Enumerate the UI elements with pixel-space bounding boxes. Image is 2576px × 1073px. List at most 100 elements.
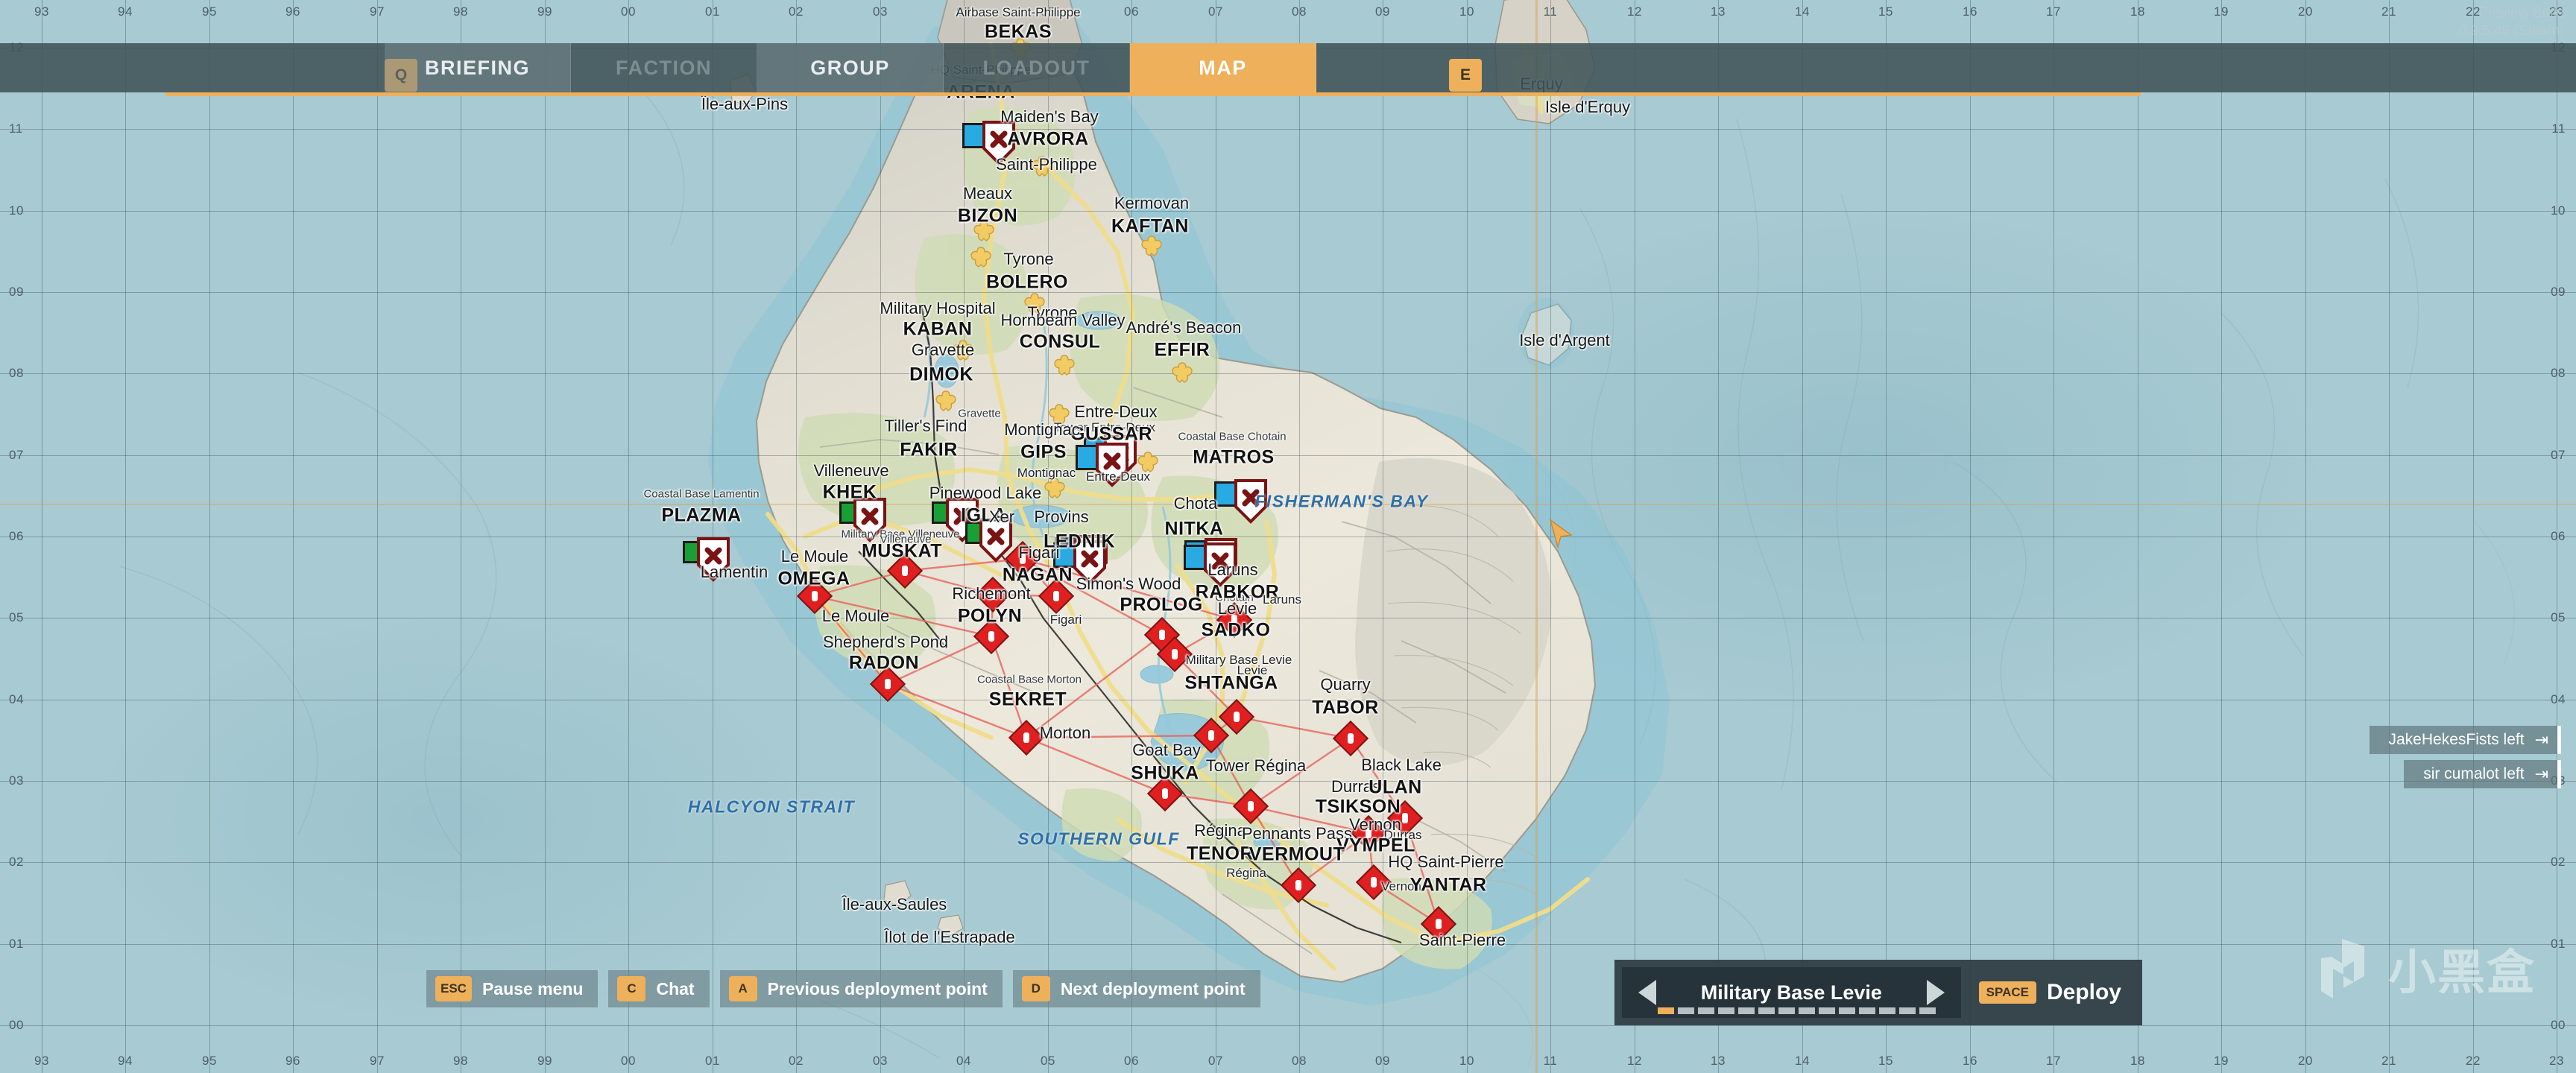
map-label: Isle d'Erquy [1544,98,1631,116]
deploy-dot[interactable] [1778,1007,1795,1014]
tab-loadout[interactable]: LOADOUT [944,43,1130,92]
map-label: Coastal Base Lamentin [643,487,760,501]
map-label: Gravette [911,341,975,359]
hint-next-deployment-point[interactable]: D Next deployment point [1012,970,1260,1007]
map-label: TABOR [1312,697,1379,718]
deploy-dot[interactable] [1899,1007,1916,1014]
hint-key: D [1021,976,1050,1001]
map-label: Hornbeam Valley [1000,311,1126,329]
map-label: KAFTAN [1111,215,1189,237]
map-label: Montignac [1004,420,1080,439]
map-label: Pennants Pass [1242,824,1352,843]
hint-chat[interactable]: C Chat [608,970,710,1007]
map-label: BIZON [957,205,1018,227]
deploy-dot[interactable] [1879,1007,1895,1014]
deploy-dot[interactable] [1859,1007,1875,1014]
map-label: Chota [1173,494,1218,513]
poi-marker[interactable] [1140,235,1163,257]
map-label: GIPS [1020,441,1067,463]
map-label: Maiden's Bay [1000,107,1099,126]
map-label: Régina [1226,866,1266,880]
tab-underline [165,92,2141,96]
map-label: SHTANGA [1184,672,1278,694]
objective-icon [902,566,908,576]
poi-marker[interactable] [1171,361,1193,384]
tab-map[interactable]: MAP [1130,43,1316,92]
deploy-dot[interactable] [1738,1007,1755,1014]
map-label: Coastal Base Morton [976,673,1082,686]
objective-icon [1162,788,1168,799]
map-label: Quarry [1320,675,1371,694]
chevron-left-icon[interactable] [1638,980,1656,1005]
deploy-point-name: Military Base Levie [1700,981,1882,1004]
next-tab-key[interactable]: E [1449,59,1482,92]
map-label: Saint-Pierre [1418,931,1506,949]
map-label: TENOR [1187,843,1254,864]
deploy-dot[interactable] [1718,1007,1734,1014]
objective-icon [1248,801,1254,811]
map-label: BOLERO [986,271,1068,293]
deployment-map-screen: 93 93 94 94 95 95 96 96 97 97 98 98 99 99 00 00 01 01 02 02… [0,0,2576,1073]
objective-icon [1172,649,1178,659]
map-label: YANTAR [1409,874,1487,896]
deploy-dot[interactable] [1919,1007,1936,1014]
tab-list: BRIEFING FACTION GROUP LOADOUT MAP [385,43,1316,92]
deploy-dot[interactable] [1758,1007,1775,1014]
map-label: Figari [1018,543,1060,562]
map-label: OMEGA [777,568,850,589]
map-label: Figari [1049,613,1082,627]
deploy-dot[interactable] [1839,1007,1855,1014]
deploy-button[interactable]: SPACE Deploy [1969,967,2135,1018]
map-label: PROLOG [1120,594,1203,615]
map-label: Entre-Deux [1074,402,1158,421]
map-label: Laruns [1263,592,1301,607]
objective-icon [988,631,994,642]
map-label: Goat Bay [1132,741,1201,759]
tab-faction[interactable]: FACTION [571,43,757,92]
hint-label: Chat [656,978,695,998]
build-version: Preview Build 0.9.5.49 (Steam) [2458,4,2564,40]
map-label: Saint-Philippe [996,155,1097,174]
island-landmass [708,0,1670,1006]
map-label: FAKIR [900,439,958,460]
objective-icon [1436,919,1442,929]
leave-icon: ⇥ [2534,730,2548,749]
map-label: FISHERMAN'S BAY [1254,491,1429,511]
poi-marker[interactable] [1053,354,1076,376]
map-label: BEKAS [984,21,1052,42]
objective-icon [1295,880,1301,890]
hint-previous-deployment-point[interactable]: A Previous deployment point [719,970,1003,1007]
objective-icon [1053,591,1059,601]
deploy-point-selector[interactable]: Military Base Levie [1622,967,1961,1018]
tab-briefing[interactable]: BRIEFING [385,43,571,92]
map-label: Airbase Saint-Philippe [956,5,1081,19]
deploy-dot[interactable] [1819,1007,1835,1014]
map-label: HQ Saint-Pierre [1388,852,1504,871]
map-label: Le Moule [821,607,890,625]
poi-marker[interactable] [935,390,957,412]
map-label: SHUKA [1131,762,1199,784]
hint-key: ESC [435,976,472,1001]
deploy-dot[interactable] [1678,1007,1694,1014]
notification-text: JakeHekesFists left [2388,731,2525,748]
map-label: Tyrone [1003,250,1054,268]
notification-item: sir cumalot left ⇥ [2404,760,2561,788]
poi-marker[interactable] [970,246,992,268]
chevron-right-icon[interactable] [1926,980,1945,1005]
deploy-dot[interactable] [1658,1007,1674,1014]
objective-icon [1371,877,1377,887]
map-label: Morton [1039,724,1091,742]
deploy-dot[interactable] [1799,1007,1815,1014]
tab-group[interactable]: GROUP [757,43,944,92]
map-label: Îlot de l'Estrapade [884,928,1015,946]
deploy-dot[interactable] [1698,1007,1714,1014]
map-label: Montignac [1017,466,1076,480]
map-label: Régina [1194,821,1246,840]
hint-pause-menu[interactable]: ESC Pause menu [426,970,599,1007]
map-label: Île-aux-Saules [842,895,947,914]
hint-key: C [617,976,646,1001]
map-label: Kermovan [1114,194,1190,212]
map-label: MATROS [1193,446,1275,468]
map-label: Laruns [1208,560,1258,579]
deploy-panel: Military Base Levie SPACE Deploy [1614,960,2142,1025]
